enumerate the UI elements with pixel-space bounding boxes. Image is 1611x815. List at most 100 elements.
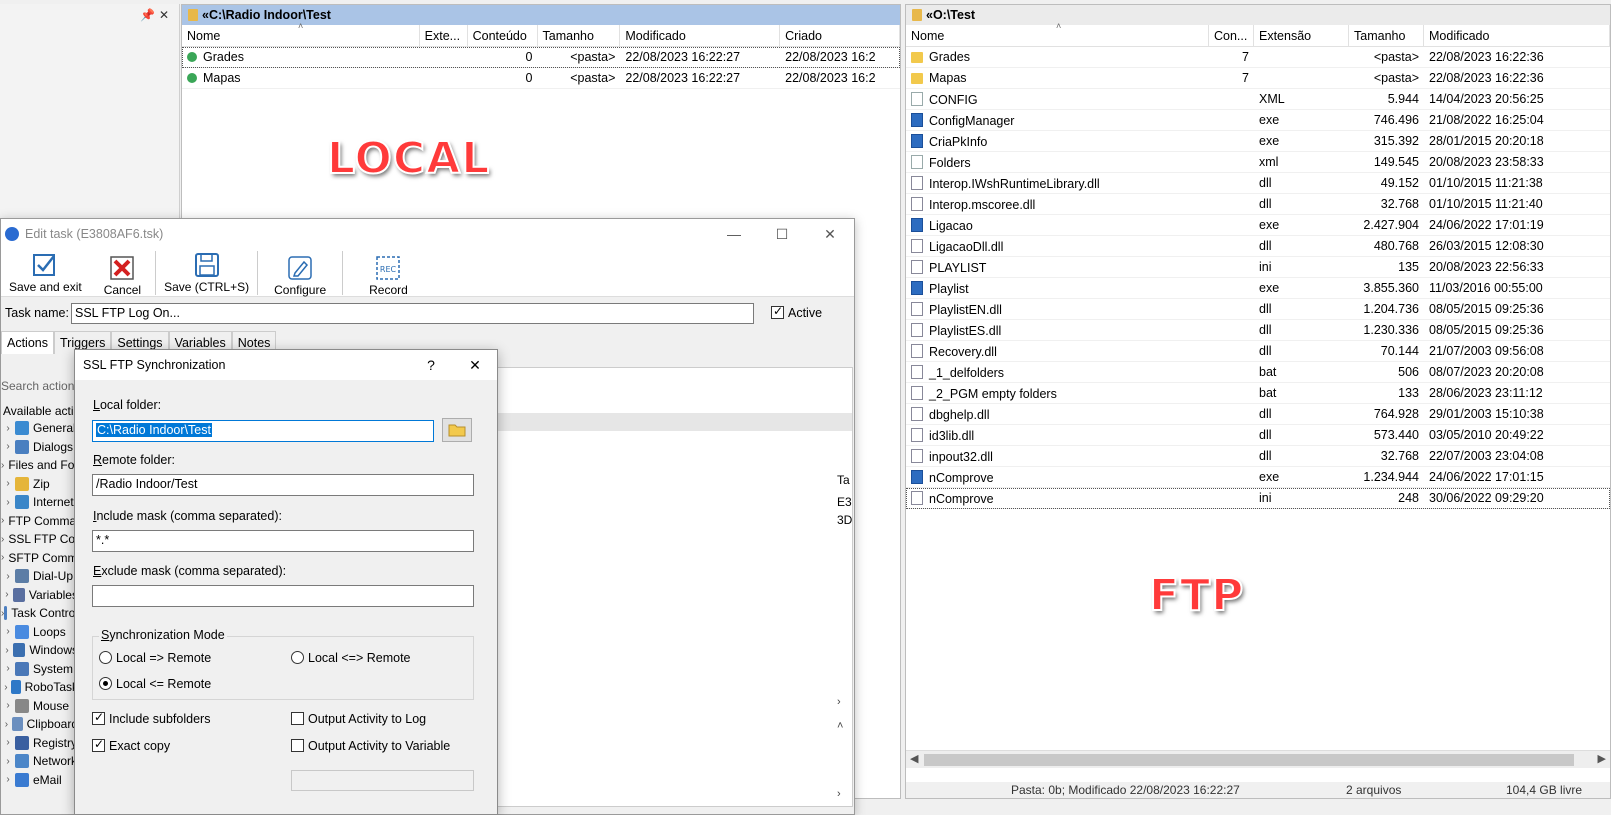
tree-item[interactable]: › System: [1, 660, 78, 679]
active-checkbox[interactable]: Active: [771, 304, 822, 320]
table-row[interactable]: inpout32.dll dll 32.768 22/07/2003 23:04:08: [906, 446, 1610, 467]
include-mask-input[interactable]: *.*: [92, 530, 474, 552]
table-row[interactable]: _1_delfolders bat 506 08/07/2023 20:20:08: [906, 362, 1610, 383]
help-button[interactable]: ?: [409, 350, 453, 380]
table-row[interactable]: Recovery.dll dll 70.144 21/07/2003 09:56:08: [906, 341, 1610, 362]
search-actions-input[interactable]: Search actions: [1, 379, 80, 393]
table-row[interactable]: Grades 7 <pasta> 22/08/2023 16:22:36: [906, 47, 1610, 68]
table-row[interactable]: id3lib.dll dll 573.440 03/05/2010 20:49:22: [906, 425, 1610, 446]
table-row[interactable]: PlaylistES.dll dll 1.230.336 08/05/2015 09:…: [906, 320, 1610, 341]
local-folder-input[interactable]: C:\Radio Indoor\Test: [92, 420, 434, 442]
scroll-right-icon[interactable]: ›: [837, 696, 841, 708]
tree-item[interactable]: › Task Control: [1, 604, 78, 623]
table-row[interactable]: CriaPkInfo exe 315.392 28/01/2015 20:20:18: [906, 131, 1610, 152]
exclude-mask-input[interactable]: [92, 585, 474, 607]
tree-item[interactable]: › eMail: [1, 771, 78, 790]
expand-icon[interactable]: ›: [1, 645, 13, 656]
table-row[interactable]: ConfigManager exe 746.496 21/08/2022 16:25:…: [906, 110, 1610, 131]
output-log-checkbox[interactable]: Output Activity to Log: [291, 712, 426, 726]
remote-folder-input[interactable]: /Radio Indoor/Test: [92, 474, 474, 496]
tree-item[interactable]: › Network: [1, 752, 78, 771]
tree-item[interactable]: › Zip: [1, 475, 78, 494]
tree-item[interactable]: › Clipboard: [1, 715, 78, 734]
minimize-button[interactable]: —: [710, 219, 758, 249]
table-row[interactable]: PLAYLIST ini 135 20/08/2023 22:56:33: [906, 257, 1610, 278]
tree-item[interactable]: › SFTP Commands: [1, 549, 78, 568]
save-button[interactable]: Save (CTRL+S): [156, 249, 257, 297]
output-variable-checkbox[interactable]: Output Activity to Variable: [291, 739, 450, 753]
tree-item[interactable]: › Files and Folders: [1, 456, 78, 475]
tree-item[interactable]: › Variables: [1, 586, 78, 605]
col-modified[interactable]: Modificado: [1424, 25, 1610, 46]
tab-actions[interactable]: Actions: [1, 331, 54, 354]
table-row[interactable]: LigacaoDll.dll dll 480.768 26/03/2015 12:08…: [906, 236, 1610, 257]
expand-icon[interactable]: ›: [1, 497, 15, 508]
configure-button[interactable]: Configure: [258, 249, 342, 297]
expand-icon[interactable]: ›: [1, 682, 11, 693]
expand-icon[interactable]: ›: [1, 571, 15, 582]
expand-icon[interactable]: ›: [1, 534, 4, 545]
col-size[interactable]: Tamanho: [538, 25, 621, 46]
scroll-right-icon[interactable]: ›: [837, 788, 841, 800]
tree-item[interactable]: › Mouse: [1, 697, 78, 716]
exact-copy-checkbox[interactable]: Exact copy: [92, 737, 170, 753]
tree-item[interactable]: › FTP Commands: [1, 512, 78, 531]
col-count[interactable]: Con...: [1209, 25, 1254, 46]
col-ext[interactable]: Exte...: [420, 25, 468, 46]
task-name-input[interactable]: [71, 302, 754, 324]
expand-icon[interactable]: ›: [1, 441, 15, 452]
scroll-left-icon[interactable]: ◀: [910, 752, 918, 765]
table-row[interactable]: Ligacao exe 2.427.904 24/06/2022 17:01:19: [906, 215, 1610, 236]
table-row[interactable]: Folders xml 149.545 20/08/2023 23:58:33: [906, 152, 1610, 173]
expand-icon[interactable]: ›: [1, 478, 15, 489]
scrollbar-thumb[interactable]: [924, 754, 1574, 766]
table-row[interactable]: Interop.mscoree.dll dll 32.768 01/10/2015 1…: [906, 194, 1610, 215]
tree-item[interactable]: › RoboTask: [1, 678, 78, 697]
tree-item[interactable]: › Dialogs: [1, 438, 78, 457]
table-row[interactable]: Interop.IWshRuntimeLibrary.dll dll 49.152 0…: [906, 173, 1610, 194]
expand-icon[interactable]: ›: [1, 515, 4, 526]
expand-icon[interactable]: ›: [1, 774, 15, 785]
local-path-bar[interactable]: «C:\Radio Indoor\Test: [182, 5, 900, 25]
tree-item[interactable]: › General: [1, 419, 78, 438]
radio-remote-to-local[interactable]: Local <= Remote: [99, 677, 211, 691]
radio-local-to-remote[interactable]: Local => Remote: [99, 651, 211, 665]
tree-item[interactable]: › Loops: [1, 623, 78, 642]
maximize-button[interactable]: ☐: [758, 219, 806, 249]
expand-icon[interactable]: ›: [1, 552, 4, 563]
col-modified[interactable]: Modificado: [620, 25, 781, 46]
browse-folder-button[interactable]: [442, 418, 472, 442]
scroll-right-icon[interactable]: ▶: [1598, 752, 1606, 765]
table-row[interactable]: nComprove ini 248 30/06/2022 09:29:20: [906, 488, 1610, 509]
table-row[interactable]: PlaylistEN.dll dll 1.204.736 08/05/2015 09:…: [906, 299, 1610, 320]
expand-icon[interactable]: ›: [1, 719, 12, 730]
save-and-exit-button[interactable]: Save and exit: [1, 249, 90, 297]
expand-icon[interactable]: ›: [1, 423, 15, 434]
col-size[interactable]: Tamanho: [1349, 25, 1424, 46]
expand-icon[interactable]: ›: [1, 626, 15, 637]
expand-icon[interactable]: ›: [1, 756, 15, 767]
table-row[interactable]: Playlist exe 3.855.360 11/03/2016 00:55:00: [906, 278, 1610, 299]
table-row[interactable]: Mapas 7 <pasta> 22/08/2023 16:22:36: [906, 68, 1610, 89]
selected-step-row[interactable]: [492, 413, 852, 431]
table-row[interactable]: nComprove exe 1.234.944 24/06/2022 17:01:15: [906, 467, 1610, 488]
table-row[interactable]: Grades 0 <pasta> 22/08/2023 16:22:27 22/08/2…: [182, 47, 900, 68]
close-button[interactable]: ✕: [453, 350, 497, 380]
table-row[interactable]: dbghelp.dll dll 764.928 29/01/2003 15:10:38: [906, 404, 1610, 425]
record-button[interactable]: REC Record: [343, 249, 434, 297]
col-ext[interactable]: Extensão: [1254, 25, 1349, 46]
expand-icon[interactable]: ›: [1, 700, 15, 711]
close-button[interactable]: ✕: [806, 219, 854, 249]
cancel-button[interactable]: Cancel: [90, 249, 155, 297]
horizontal-scrollbar[interactable]: ◀ ▶: [906, 750, 1610, 768]
tree-item[interactable]: › SSL FTP Commands: [1, 530, 78, 549]
tree-item[interactable]: › Dial-Up: [1, 567, 78, 586]
tree-item[interactable]: › Internet: [1, 493, 78, 512]
table-row[interactable]: CONFIG XML 5.944 14/04/2023 20:56:25: [906, 89, 1610, 110]
pane-header-icons[interactable]: 📌✕: [140, 8, 173, 22]
col-content[interactable]: Conteúdo: [468, 25, 538, 46]
col-created[interactable]: Criado: [780, 25, 900, 46]
scroll-up-icon[interactable]: ˄: [837, 720, 843, 732]
expand-icon[interactable]: ›: [1, 460, 4, 471]
radio-both-directions[interactable]: Local <=> Remote: [291, 651, 411, 665]
